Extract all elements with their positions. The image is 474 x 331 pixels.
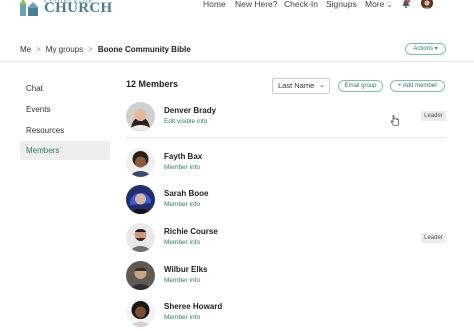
- member-row[interactable]: Fayth Bax Member info: [126, 146, 446, 180]
- member-row[interactable]: Wilbur Elks Member info: [126, 259, 446, 293]
- member-info-link[interactable]: Member info: [164, 164, 200, 171]
- church-logo-icon: [19, 0, 39, 16]
- member-avatar: [126, 102, 155, 131]
- chevron-down-icon: ⌄: [386, 2, 393, 9]
- hand-cursor-icon: [390, 115, 399, 126]
- leader-badge: Leader: [421, 111, 446, 121]
- chevron-down-icon: ⌄: [319, 82, 325, 89]
- member-avatar: [126, 148, 155, 177]
- sidebar-item-members[interactable]: Members: [20, 141, 110, 160]
- actions-label: Actions: [413, 46, 433, 52]
- nav-more-label: More: [365, 0, 385, 9]
- member-info-link[interactable]: Edit visible info: [164, 118, 207, 125]
- member-name[interactable]: Denver Brady: [164, 106, 216, 115]
- sidebar-item-resources[interactable]: Resources: [20, 121, 110, 140]
- member-avatar: [126, 185, 155, 214]
- chevron-down-icon: ▾: [434, 46, 438, 52]
- breadcrumb-separator: >: [88, 45, 93, 54]
- logo-text-main: CHURCH: [44, 0, 113, 16]
- member-avatar: [126, 298, 155, 327]
- member-info-link[interactable]: Member info: [164, 201, 200, 208]
- member-info-link[interactable]: Member info: [164, 314, 200, 321]
- breadcrumb-current-group: Boone Community Bible: [97, 45, 191, 54]
- member-row[interactable]: Richie Course Member info Leader: [126, 221, 446, 255]
- nav-more-menu[interactable]: More ⌄: [365, 0, 393, 9]
- member-name[interactable]: Fayth Bax: [164, 152, 202, 161]
- nav-new-here-link[interactable]: New Here?: [235, 0, 278, 9]
- breadcrumb-separator: >: [36, 45, 41, 54]
- sidebar-item-chat[interactable]: Chat: [20, 79, 110, 98]
- member-name[interactable]: Richie Course: [164, 227, 218, 236]
- member-row[interactable]: Sheree Howard Member info: [126, 296, 446, 330]
- nav-home-link[interactable]: Home: [203, 0, 226, 9]
- sort-select[interactable]: Last Name ⌄: [272, 78, 330, 94]
- breadcrumb-my-groups[interactable]: My groups: [46, 45, 83, 54]
- member-name[interactable]: Sheree Howard: [164, 302, 222, 311]
- member-name[interactable]: Wilbur Elks: [164, 265, 208, 274]
- member-avatar: [126, 261, 155, 290]
- breadcrumb-me[interactable]: Me: [20, 45, 31, 54]
- member-info-link[interactable]: Member info: [164, 239, 200, 246]
- user-avatar[interactable]: [421, 0, 433, 9]
- top-header: centerville CHURCH Home New Here? Check-…: [0, 0, 474, 26]
- leader-badge: Leader: [421, 233, 446, 243]
- nav-signups-link[interactable]: Signups: [326, 0, 357, 9]
- member-row[interactable]: Sarah Booe Member info: [126, 183, 446, 217]
- nav-check-in-link[interactable]: Check-In: [284, 0, 318, 9]
- breadcrumb-bar: Me > My groups > Boone Community Bible: [0, 37, 474, 62]
- members-count-heading: 12 Members: [126, 79, 179, 89]
- bell-icon[interactable]: [401, 0, 411, 9]
- user-avatar-image: [421, 0, 433, 9]
- member-name[interactable]: Sarah Booe: [164, 189, 208, 198]
- sort-select-value: Last Name: [278, 81, 315, 90]
- member-info-link[interactable]: Member info: [164, 277, 200, 284]
- member-avatar: [126, 223, 155, 252]
- breadcrumb: Me > My groups > Boone Community Bible: [20, 45, 191, 54]
- church-logo[interactable]: centerville CHURCH: [18, 0, 118, 24]
- sidebar-item-events[interactable]: Events: [20, 100, 110, 119]
- add-member-button[interactable]: + Add member: [390, 80, 445, 92]
- email-group-button[interactable]: Email group: [338, 80, 383, 92]
- actions-dropdown-button[interactable]: Actions ▾: [405, 43, 446, 55]
